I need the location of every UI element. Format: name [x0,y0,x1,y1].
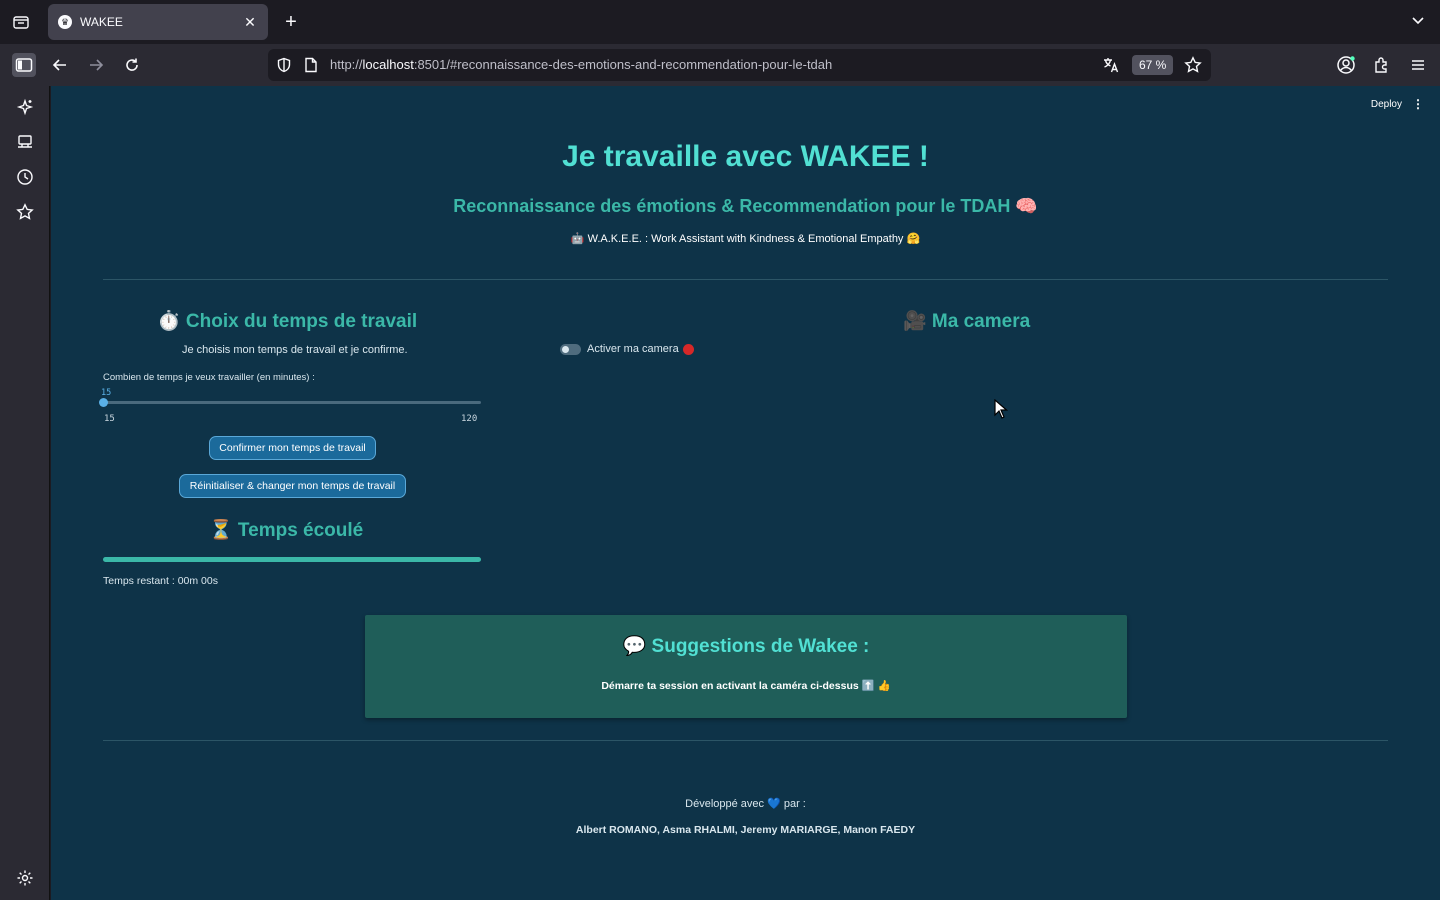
slider-thumb[interactable] [99,398,108,407]
shield-icon[interactable] [276,57,292,78]
gear-icon[interactable] [13,866,37,890]
account-icon[interactable] [1334,53,1358,77]
crown-icon: ♛ [58,15,72,29]
app-page: Deploy ⋮ Je travaille avec WAKEE ! Recon… [51,86,1440,900]
suggestions-text: Démarre ta session en activant la caméra… [601,680,891,692]
close-tab-icon[interactable]: ✕ [242,14,258,31]
page-title: Je travaille avec WAKEE ! [562,140,929,173]
tagline: 🤖 W.A.K.E.E. : Work Assistant with Kindn… [570,233,921,245]
reset-work-time-button[interactable]: Réinitialiser & changer mon temps de tra… [179,474,406,498]
url-host: localhost [362,57,414,72]
mouse-cursor-icon [994,398,1009,424]
url-prefix: http:// [330,57,363,72]
elapsed-time-title: ⏳ Temps écoulé [209,520,364,541]
deploy-button[interactable]: Deploy [1371,99,1402,110]
new-tab-button[interactable]: + [280,11,302,33]
reload-icon[interactable] [120,53,144,77]
footer-made-with: Développé avec 💙 par : [685,798,806,810]
browser-tab[interactable]: ♛ WAKEE ✕ [48,4,268,40]
slider-current-value: 15 [101,388,112,398]
footer-divider [103,740,1388,741]
progress-fill [103,557,481,562]
elapsed-progress-bar [103,557,481,562]
tab-title: WAKEE [80,15,123,29]
slider-max-label: 120 [461,414,478,424]
camera-toggle-label[interactable]: Activer ma camera [587,343,679,355]
page-icon[interactable] [304,57,318,78]
slider-min-label: 15 [104,414,115,424]
toggle-knob [562,345,569,353]
footer-authors: Albert ROMANO, Asma RHALMI, Jeremy MARIA… [575,824,916,836]
history-clock-icon[interactable] [13,165,37,189]
chevron-down-icon[interactable] [1410,12,1426,33]
back-arrow-icon[interactable] [48,53,72,77]
tab-list-icon[interactable] [8,10,34,34]
forward-arrow-icon[interactable] [84,53,108,77]
suggestions-box: 💬 Suggestions de Wakee : Démarre ta sess… [365,615,1127,718]
camera-title: 🎥 Ma camera [903,311,1031,332]
page-subtitle: Reconnaissance des émotions & Recommenda… [453,196,1038,216]
bookmark-star-icon[interactable] [1184,56,1202,79]
url-path: :8501/#reconnaissance-des-emotions-and-r… [413,57,833,72]
tab-strip: ♛ WAKEE ✕ + [0,0,1440,44]
main-menu-icon[interactable]: ⋮ [1412,97,1424,111]
work-time-title: ⏱️ Choix du temps de travail [157,311,418,332]
work-time-slider[interactable] [99,398,481,407]
header-divider [103,279,1388,280]
url-text[interactable]: http://localhost:8501/#reconnaissance-de… [330,57,832,72]
red-circle-icon [682,343,694,355]
bookmarks-star-icon[interactable] [13,200,37,224]
sidebar-toggle-icon[interactable] [12,53,36,77]
suggestions-title: 💬 Suggestions de Wakee : [622,636,870,657]
camera-toggle-row[interactable]: Activer ma camera [560,343,694,355]
work-time-description: Je choisis mon temps de travail et je co… [182,344,408,356]
navigation-toolbar: http://localhost:8501/#reconnaissance-de… [0,44,1440,86]
confirm-work-time-button[interactable]: Confirmer mon temps de travail [209,436,376,460]
synced-tabs-icon[interactable] [13,130,37,154]
remaining-time: Temps restant : 00m 00s [103,575,218,587]
camera-toggle-switch[interactable] [560,343,581,355]
translate-icon[interactable] [1102,56,1120,79]
browser-sidebar [0,86,50,900]
hamburger-menu-icon[interactable] [1406,53,1430,77]
url-bar[interactable]: http://localhost:8501/#reconnaissance-de… [268,49,1211,81]
zoom-level-badge[interactable]: 67 % [1132,55,1174,75]
extensions-icon[interactable] [1370,53,1394,77]
ai-sparkle-icon[interactable] [13,95,37,119]
slider-label: Combien de temps je veux travailler (en … [103,372,315,383]
